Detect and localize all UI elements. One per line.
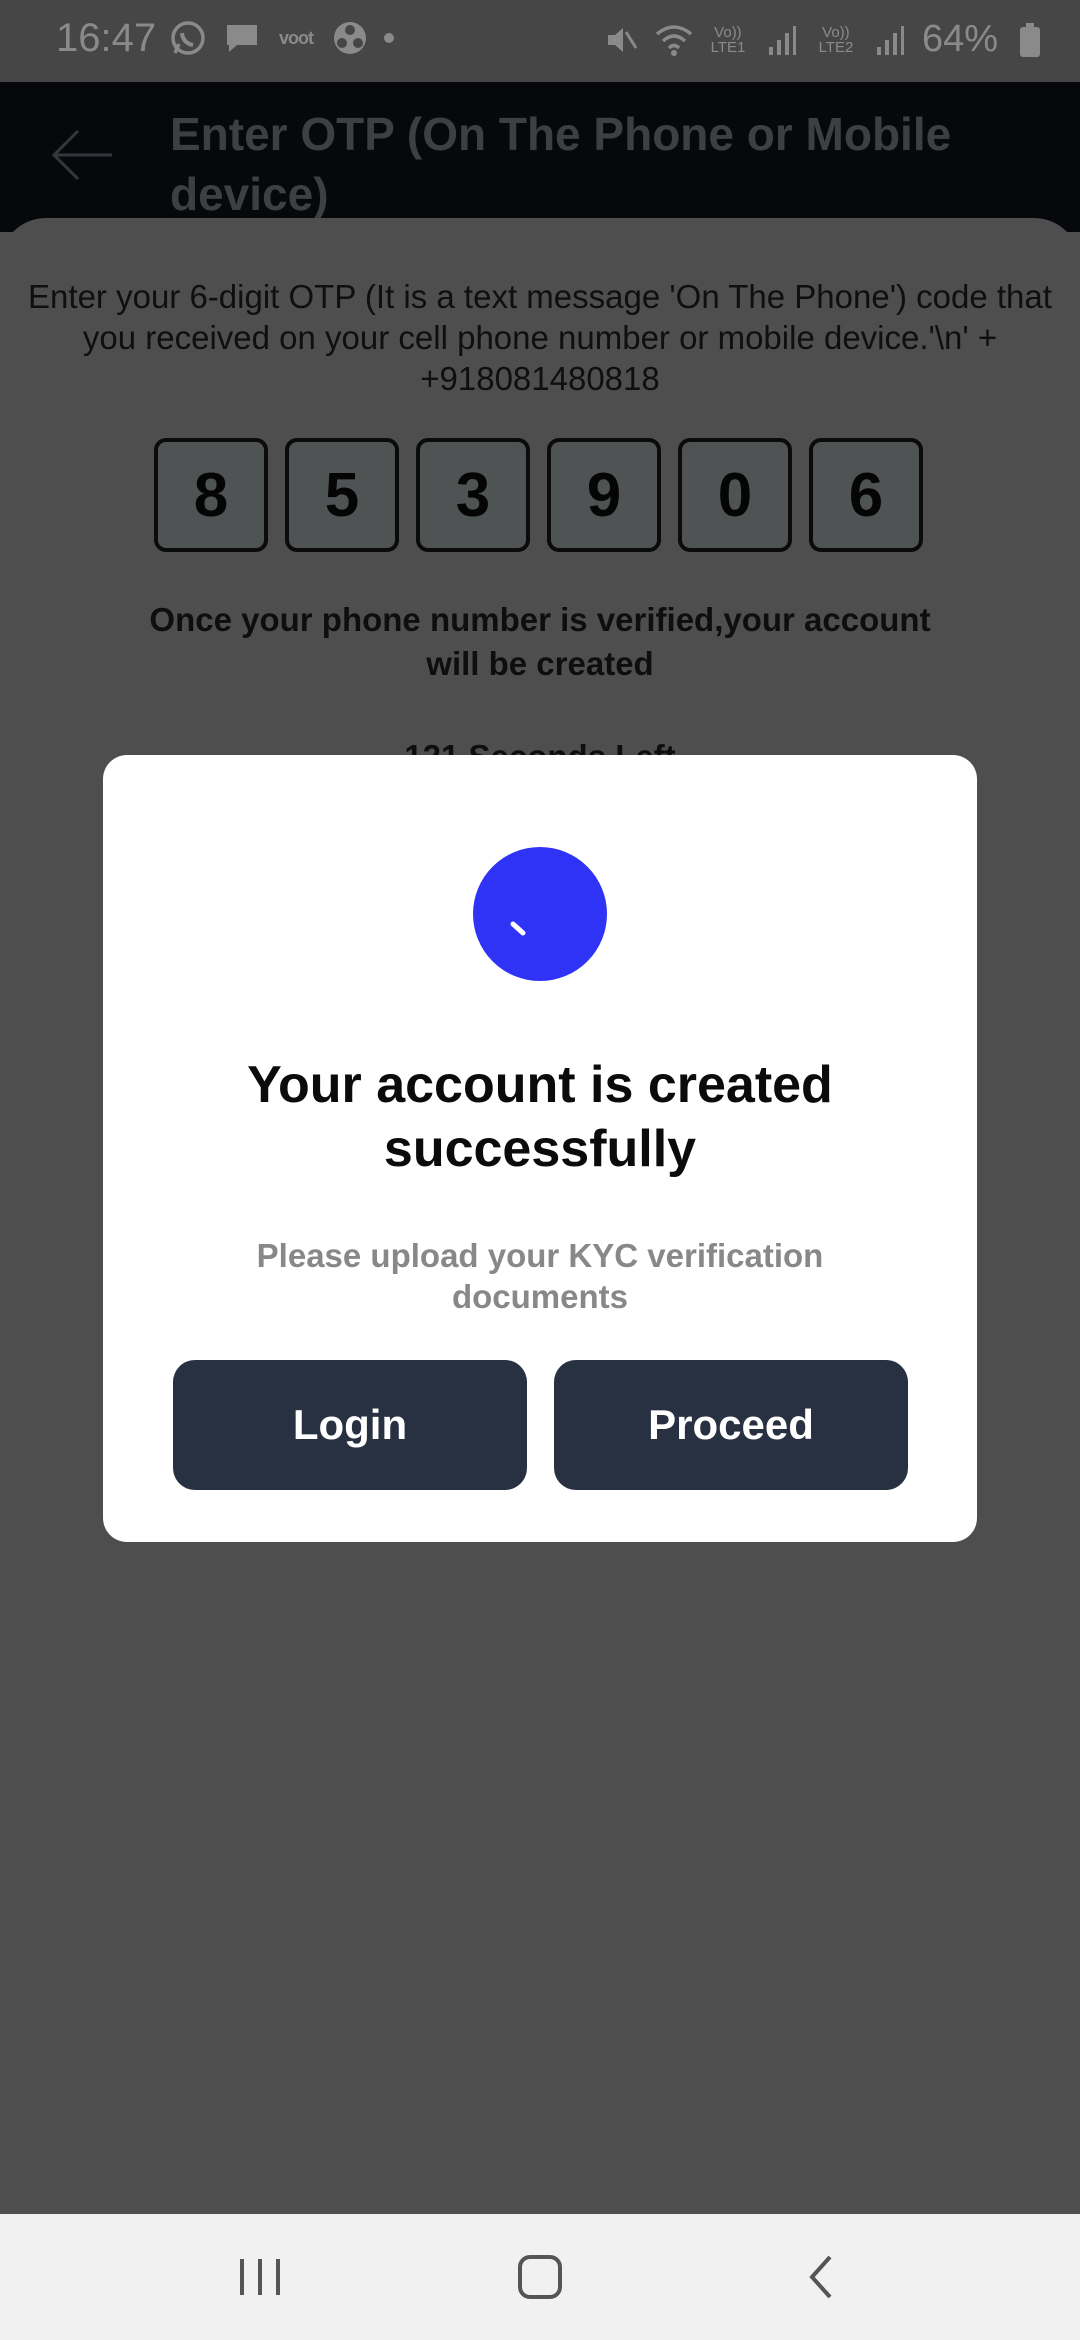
system-nav-bar [0, 2214, 1080, 2340]
login-button[interactable]: Login [173, 1360, 527, 1490]
dialog-subtitle: Please upload your KYC verification docu… [256, 1237, 824, 1315]
success-check-icon [473, 847, 607, 981]
recent-apps-icon[interactable] [230, 2247, 290, 2307]
proceed-button[interactable]: Proceed [554, 1360, 908, 1490]
success-dialog: Your account is created successfully Ple… [103, 755, 977, 1542]
home-icon[interactable] [510, 2247, 570, 2307]
back-icon[interactable] [792, 2247, 852, 2307]
dialog-title: Your account is created successfully [247, 1056, 833, 1178]
